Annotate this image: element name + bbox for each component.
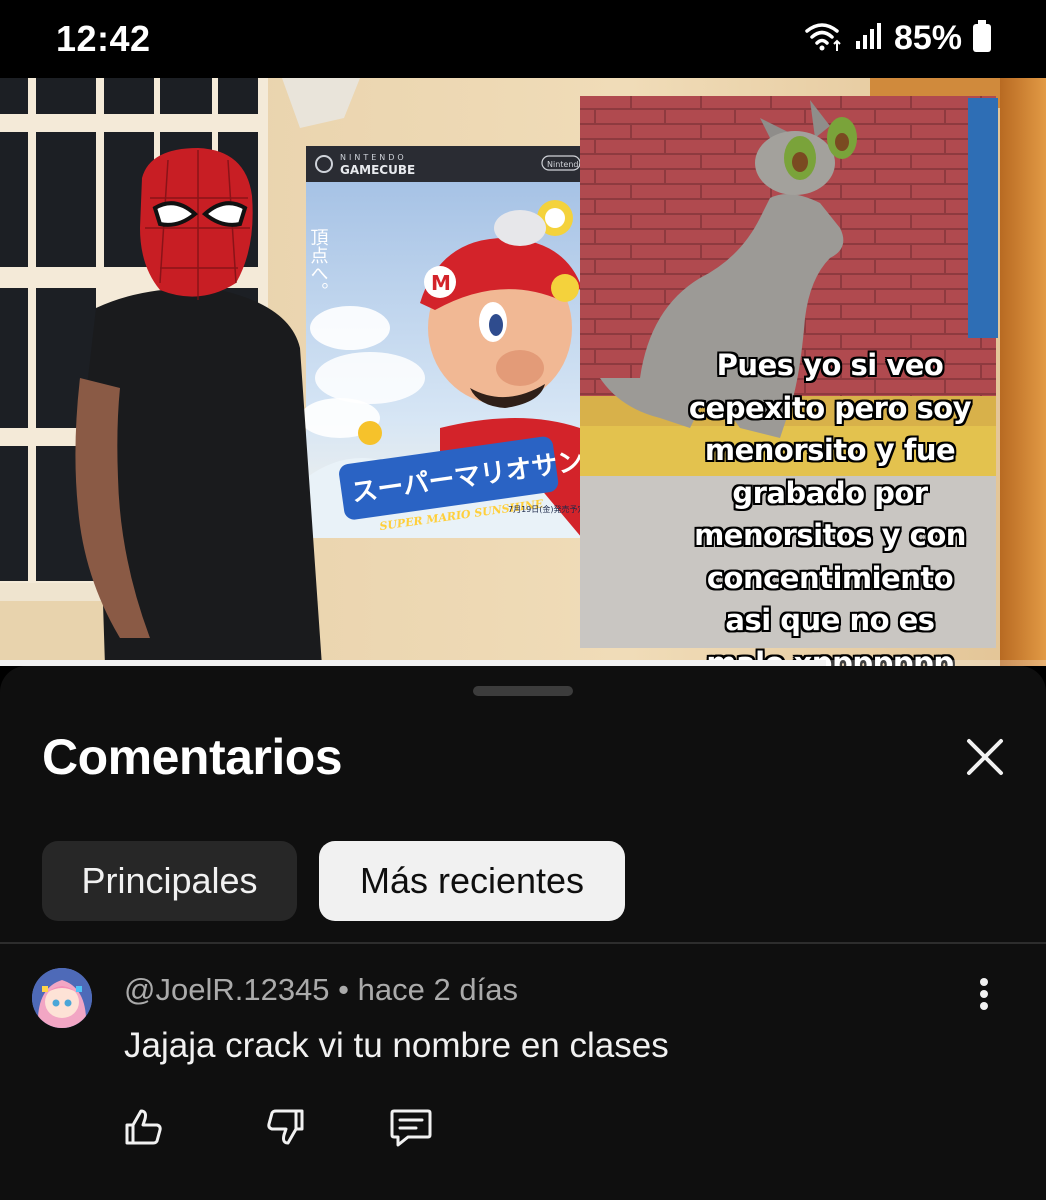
poster-vertical-jp: 頂点へ。 [308,228,329,300]
like-icon [121,1105,165,1154]
battery-percent: 85% [893,18,962,57]
poster-date: 7月19日(金)発売予定 [508,504,586,514]
comment-time: hace 2 días [357,972,518,1007]
comment-author[interactable]: @JoelR.12345 [124,972,330,1007]
poster-corner-logo: Nintendo [547,160,583,169]
avatar-image [32,968,92,1028]
chip-principales[interactable]: Principales [42,841,297,921]
comments-title: Comentarios [42,729,343,785]
comment-menu-button[interactable] [966,974,1002,1018]
battery-icon [972,19,992,57]
reply-button[interactable] [386,1104,436,1154]
more-vertical-icon [979,977,989,1016]
chip-mas-recientes[interactable]: Más recientes [319,841,625,921]
dislike-icon [264,1105,308,1154]
comment-meta: @JoelR.12345 • hace 2 días [124,972,518,1008]
status-bar: 12:42 85% [0,0,1046,78]
close-icon [965,737,1005,782]
like-button[interactable] [118,1104,168,1154]
svg-text:M: M [431,271,451,295]
meta-separator: • [338,972,350,1007]
status-icons: 85% [804,18,992,58]
status-time: 12:42 [56,18,151,59]
signal-icon [854,21,884,56]
comments-sheet: Comentarios Principales Más recientes @J… [0,666,1046,1200]
video-player[interactable]: NINTENDO GAMECUBE Nintendo M スーパーマリオサンシャ… [0,78,1046,666]
dislike-button[interactable] [261,1104,311,1154]
poster-brand: GAMECUBE [340,163,415,177]
close-button[interactable] [958,732,1012,786]
drag-handle[interactable] [473,686,573,696]
divider [0,942,1046,944]
wifi-icon [804,20,844,57]
reply-icon [388,1105,434,1154]
poster-brand-small: NINTENDO [340,153,407,162]
comment-text: Jajaja crack vi tu nombre en clases [124,1026,669,1065]
meme-caption: Pues yo si veo cepexito pero soy menorsi… [688,348,972,666]
avatar[interactable] [32,968,92,1028]
